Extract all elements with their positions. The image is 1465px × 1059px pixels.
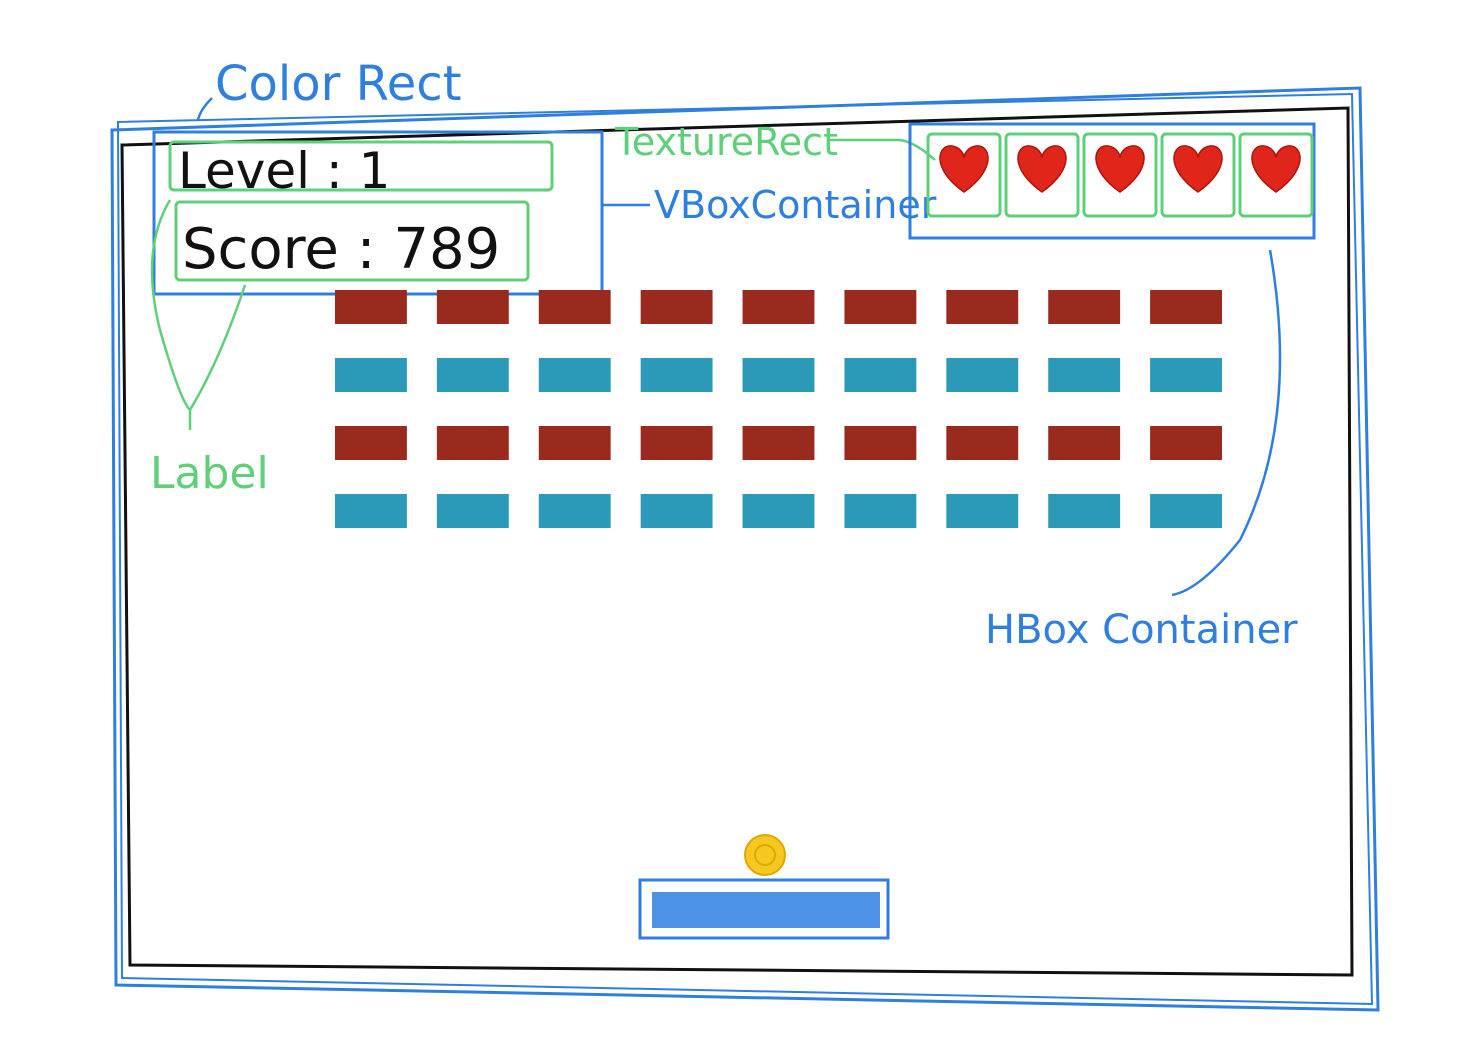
brick xyxy=(640,358,713,392)
ball xyxy=(744,834,786,876)
brick xyxy=(538,494,611,528)
brick xyxy=(844,426,917,460)
brick xyxy=(1150,494,1222,528)
lives-hbox xyxy=(926,132,1314,218)
brick xyxy=(946,290,1019,324)
brick xyxy=(946,426,1019,460)
brick xyxy=(640,426,713,460)
brick-grid xyxy=(335,290,1222,528)
brick xyxy=(1048,426,1121,460)
vbox-annotation: VBoxContainer xyxy=(654,183,937,227)
brick xyxy=(946,358,1019,392)
heart-icon xyxy=(1251,145,1301,193)
level-label: Level : 1 xyxy=(178,142,390,200)
brick xyxy=(1048,290,1121,324)
score-label: Score : 789 xyxy=(182,217,500,282)
brick xyxy=(640,290,713,324)
heart-icon xyxy=(939,145,989,193)
brick xyxy=(436,358,509,392)
brick xyxy=(335,426,407,460)
brick xyxy=(436,426,509,460)
label-annotation: Label xyxy=(150,448,269,499)
ui-sketch: Color Rect Level : 1 Score : 789 VBoxCon… xyxy=(110,56,1380,1012)
brick xyxy=(436,494,509,528)
brick xyxy=(742,494,815,528)
brick xyxy=(844,358,917,392)
heart-icon xyxy=(1095,145,1145,193)
color-rect-annotation: Color Rect xyxy=(215,56,462,112)
brick xyxy=(1150,358,1222,392)
hbox-annotation: HBox Container xyxy=(985,607,1298,653)
texture-rect-pointer xyxy=(830,138,936,161)
brick xyxy=(335,358,407,392)
brick xyxy=(946,494,1019,528)
brick xyxy=(335,290,407,324)
brick xyxy=(538,358,611,392)
brick xyxy=(844,290,917,324)
brick xyxy=(1048,358,1121,392)
heart-icon xyxy=(1017,145,1067,193)
color-rect-pointer xyxy=(196,97,213,121)
brick xyxy=(335,494,407,528)
heart-icon xyxy=(1173,145,1223,193)
brick xyxy=(1150,290,1222,324)
brick xyxy=(640,494,713,528)
brick xyxy=(742,290,815,324)
brick xyxy=(436,290,509,324)
brick xyxy=(538,290,611,324)
brick xyxy=(1150,426,1222,460)
texture-rect-annotation: TextureRect xyxy=(614,120,838,164)
brick xyxy=(1048,494,1121,528)
brick xyxy=(844,494,917,528)
brick xyxy=(742,426,815,460)
brick xyxy=(538,426,611,460)
brick xyxy=(742,358,815,392)
paddle xyxy=(652,892,880,928)
